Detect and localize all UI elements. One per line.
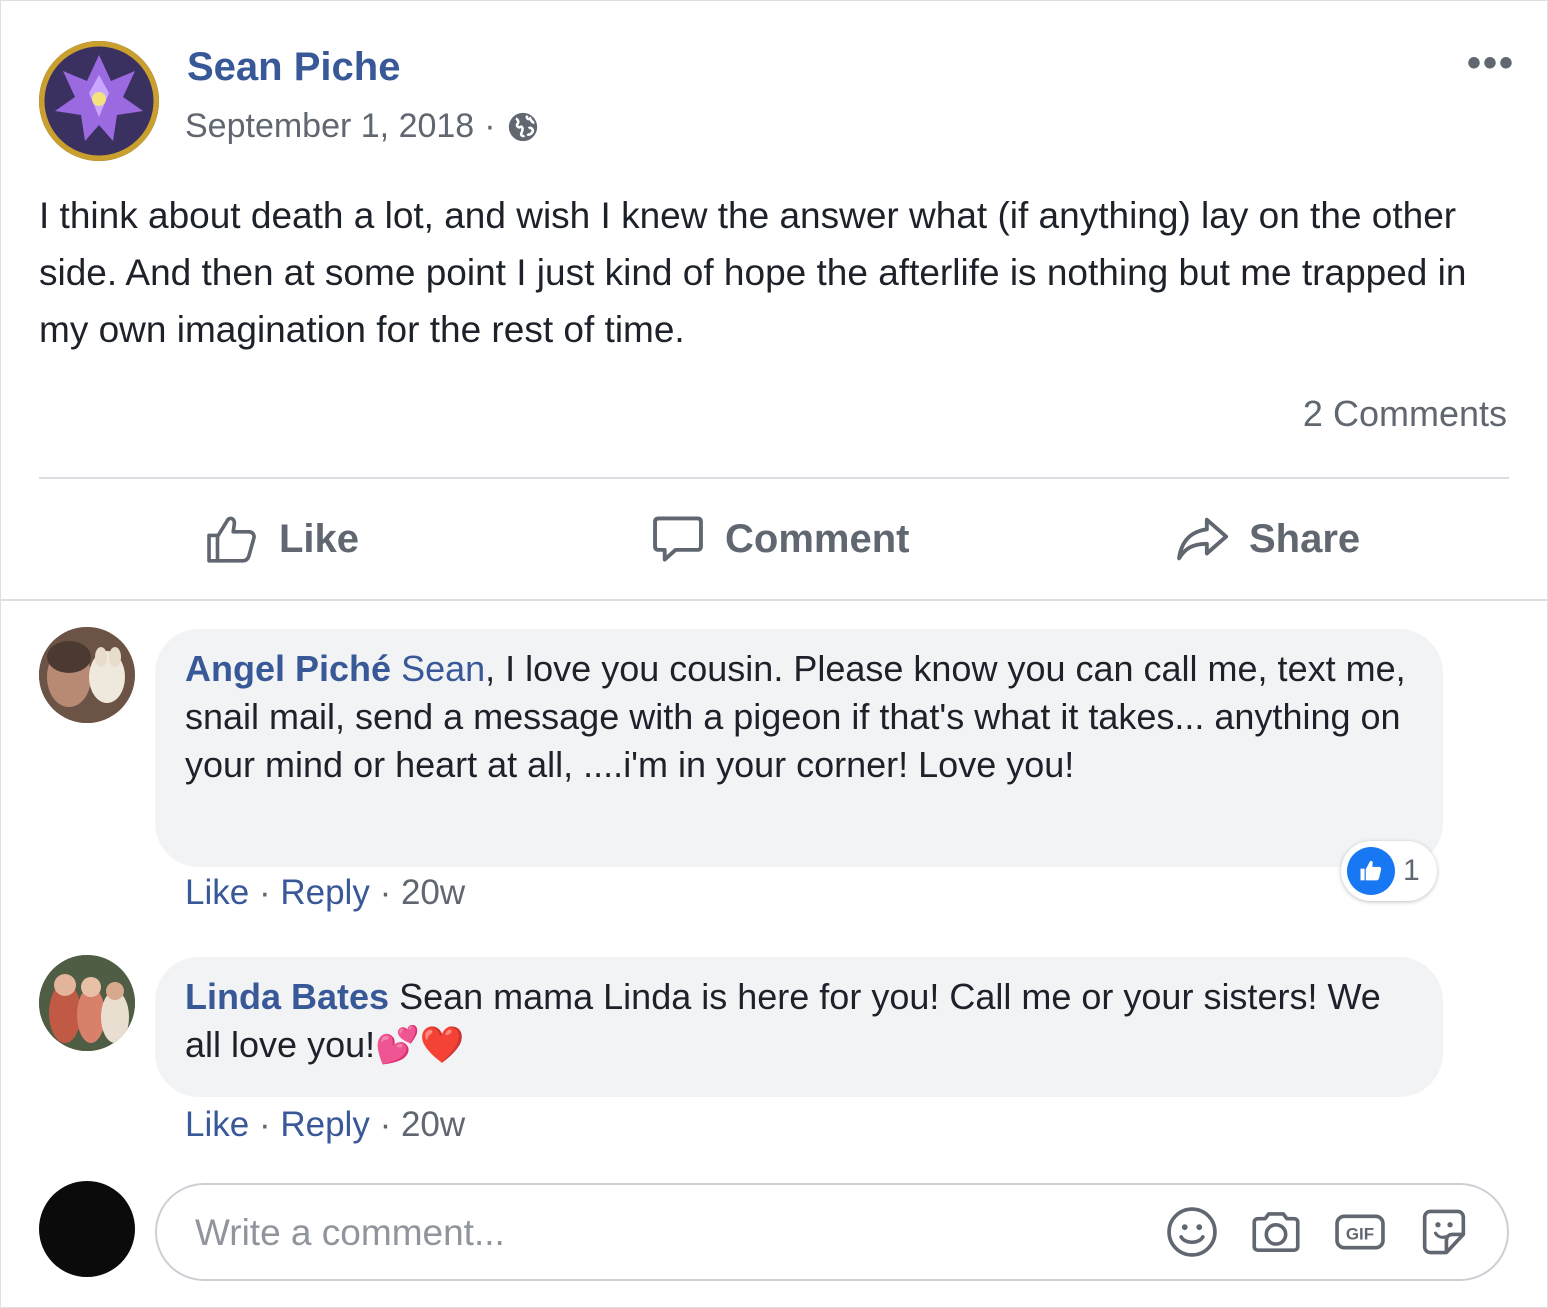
avatar-image [39,627,135,723]
comment-time[interactable]: 20w [401,873,465,912]
speech-bubble-icon [653,516,703,562]
avatar-image [39,41,159,161]
comment-bubble: Linda Bates Sean mama Linda is here for … [155,957,1443,1097]
separator: · [258,1105,281,1144]
commenter-avatar[interactable] [39,955,135,1051]
author-name[interactable]: Sean Piche [187,45,400,90]
comment-composer: GIF [155,1183,1509,1281]
comment-count-link[interactable]: 2 Comments [1303,393,1507,435]
camera-icon[interactable] [1247,1203,1305,1261]
sticker-icon[interactable] [1415,1203,1473,1261]
comment-actions: Like · Reply · 20w [185,1105,465,1145]
commenter-name[interactable]: Linda Bates [185,976,389,1017]
avatar-image [39,955,135,1051]
like-reaction-icon [1347,847,1395,895]
comment-like-link[interactable]: Like [185,1105,249,1144]
post-text: I think about death a lot, and wish I kn… [39,195,1467,350]
separator: · [379,1105,401,1144]
section-divider [1,599,1548,601]
comment-reply-link[interactable]: Reply [280,1105,369,1144]
reaction-count: 1 [1403,854,1420,887]
author-avatar[interactable] [39,41,159,161]
commenter-name[interactable]: Angel Piché [185,648,391,689]
share-label: Share [1249,516,1361,561]
current-user-avatar[interactable] [39,1181,135,1277]
separator: · [258,873,281,912]
thumbs-up-icon [207,516,256,563]
comment-label: Comment [725,516,910,561]
post-card: Sean Piche September 1, 2018 · ••• I thi… [0,0,1548,1308]
more-options-button[interactable]: ••• [1467,43,1523,83]
share-arrow-icon [1177,517,1229,561]
comment-bubble: Angel Piché Sean, I love you cousin. Ple… [155,629,1443,867]
post-date[interactable]: September 1, 2018 [185,107,474,146]
comment-like-link[interactable]: Like [185,873,249,912]
globe-icon[interactable] [506,110,540,144]
meta-separator: · [484,107,496,145]
emoji-icon[interactable] [1163,1203,1221,1261]
like-label: Like [279,516,360,561]
mention-link[interactable]: Sean [401,648,485,689]
like-button[interactable]: Like [203,507,359,571]
comment-time[interactable]: 20w [401,1105,465,1144]
gif-icon[interactable]: GIF [1331,1203,1389,1261]
gif-label: GIF [1346,1225,1374,1244]
reaction-count-badge[interactable]: 1 [1341,841,1437,901]
commenter-avatar[interactable] [39,627,135,723]
comment-actions: Like · Reply · 20w [185,873,465,913]
post-meta: September 1, 2018 · [185,107,540,146]
comment-button[interactable]: Comment [649,507,909,571]
separator: · [379,873,401,912]
comment-reply-link[interactable]: Reply [280,873,369,912]
share-button[interactable]: Share [1173,507,1360,571]
comment-input[interactable] [193,1207,1097,1259]
divider [39,477,1509,479]
